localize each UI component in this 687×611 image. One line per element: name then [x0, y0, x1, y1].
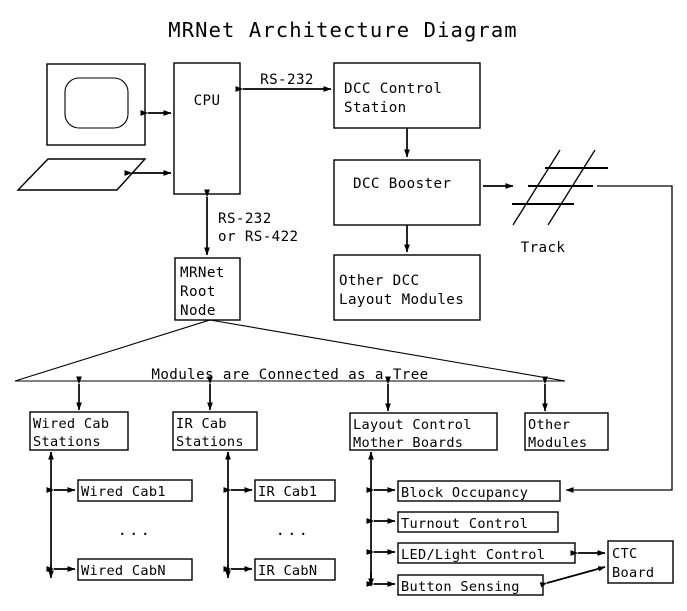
ctc-board-box: CTC Board	[607, 540, 674, 584]
edge-button-sensing-ctc-board	[539, 566, 606, 588]
dcc-booster-label: DCC Booster	[353, 176, 451, 192]
wired-cab1-label: Wired Cab1	[81, 484, 166, 500]
page-title: MRNet Architecture Diagram	[168, 18, 518, 42]
cpu-label: CPU	[194, 93, 221, 109]
ir-cab-stations-line2: Stations	[176, 434, 244, 450]
wired-cab1-box: Wired Cab1	[77, 479, 193, 502]
other-modules-line2: Modules	[528, 435, 587, 451]
ir-cab-stations-box: IR Cab Stations	[172, 411, 258, 451]
layout-control-mother-boards-box: Layout Control Mother Boards	[349, 412, 498, 451]
other-dcc-line1: Other DCC	[339, 273, 419, 289]
edge-label-rs232-mrnet-line1: RS-232	[218, 211, 272, 227]
wired-cab-stations-line2: Stations	[33, 434, 101, 450]
dcc-control-station-line1: DCC Control	[344, 81, 442, 97]
monitor	[46, 63, 146, 146]
turnout-control-box: Turnout Control	[397, 511, 559, 533]
wired-cabn-box: Wired CabN	[77, 558, 193, 581]
track-symbol	[512, 149, 608, 226]
mrnet-architecture-diagram: MRNet Architecture Diagram CPU DCC Contr…	[0, 0, 687, 611]
ir-cabn-box: IR CabN	[254, 558, 336, 581]
wired-cab-stations-line1: Wired Cab	[33, 416, 109, 432]
edge-label-rs422-mrnet-line2: or RS-422	[218, 229, 298, 245]
mrnet-root-node-box: MRNet Root Node	[174, 257, 241, 321]
tree-caption: Modules are Connected as a Tree	[151, 367, 428, 383]
other-modules-line1: Other	[528, 417, 570, 433]
ir-cab-stations-line1: IR Cab	[176, 416, 227, 432]
wired-cabn-label: Wired CabN	[81, 563, 166, 579]
button-sensing-label: Button Sensing	[401, 579, 520, 595]
block-occupancy-box: Block Occupancy	[397, 480, 561, 502]
ctc-board-line2: Board	[612, 565, 654, 581]
edge-label-rs232-cpu-dcc: RS-232	[260, 72, 314, 88]
led-light-control-box: LED/Light Control	[397, 542, 576, 564]
diagram-canvas: MRNet Architecture Diagram CPU DCC Contr…	[14, 18, 674, 596]
other-modules-box: Other Modules	[524, 412, 609, 451]
cpu-box: CPU	[173, 62, 241, 195]
wired-cab-ellipsis: ...	[118, 521, 153, 539]
track-label: Track	[521, 240, 566, 256]
block-occupancy-label: Block Occupancy	[401, 485, 528, 501]
ir-cabn-label: IR CabN	[258, 563, 317, 579]
turnout-control-label: Turnout Control	[401, 516, 528, 532]
dcc-booster-box: DCC Booster	[333, 159, 481, 226]
ir-cab1-box: IR Cab1	[254, 479, 336, 502]
ctc-board-line1: CTC	[612, 546, 637, 562]
other-dcc-line2: Layout Modules	[339, 292, 464, 308]
led-light-control-label: LED/Light Control	[401, 547, 545, 563]
layout-control-line1: Layout Control	[353, 417, 472, 433]
layout-control-line2: Mother Boards	[353, 435, 463, 451]
mrnet-root-line2: Root	[180, 284, 216, 300]
dcc-control-station-box: DCC Control Station	[333, 62, 481, 129]
mrnet-root-line3: Node	[180, 303, 216, 319]
ir-cab1-label: IR Cab1	[258, 484, 317, 500]
keyboard	[16, 158, 147, 191]
wired-cab-stations-box: Wired Cab Stations	[29, 411, 129, 451]
button-sensing-box: Button Sensing	[397, 574, 544, 596]
ir-cab-ellipsis: ...	[276, 521, 311, 539]
dcc-control-station-line2: Station	[344, 100, 407, 116]
other-dcc-layout-modules-box: Other DCC Layout Modules	[333, 254, 481, 321]
mrnet-root-line1: MRNet	[180, 265, 225, 281]
